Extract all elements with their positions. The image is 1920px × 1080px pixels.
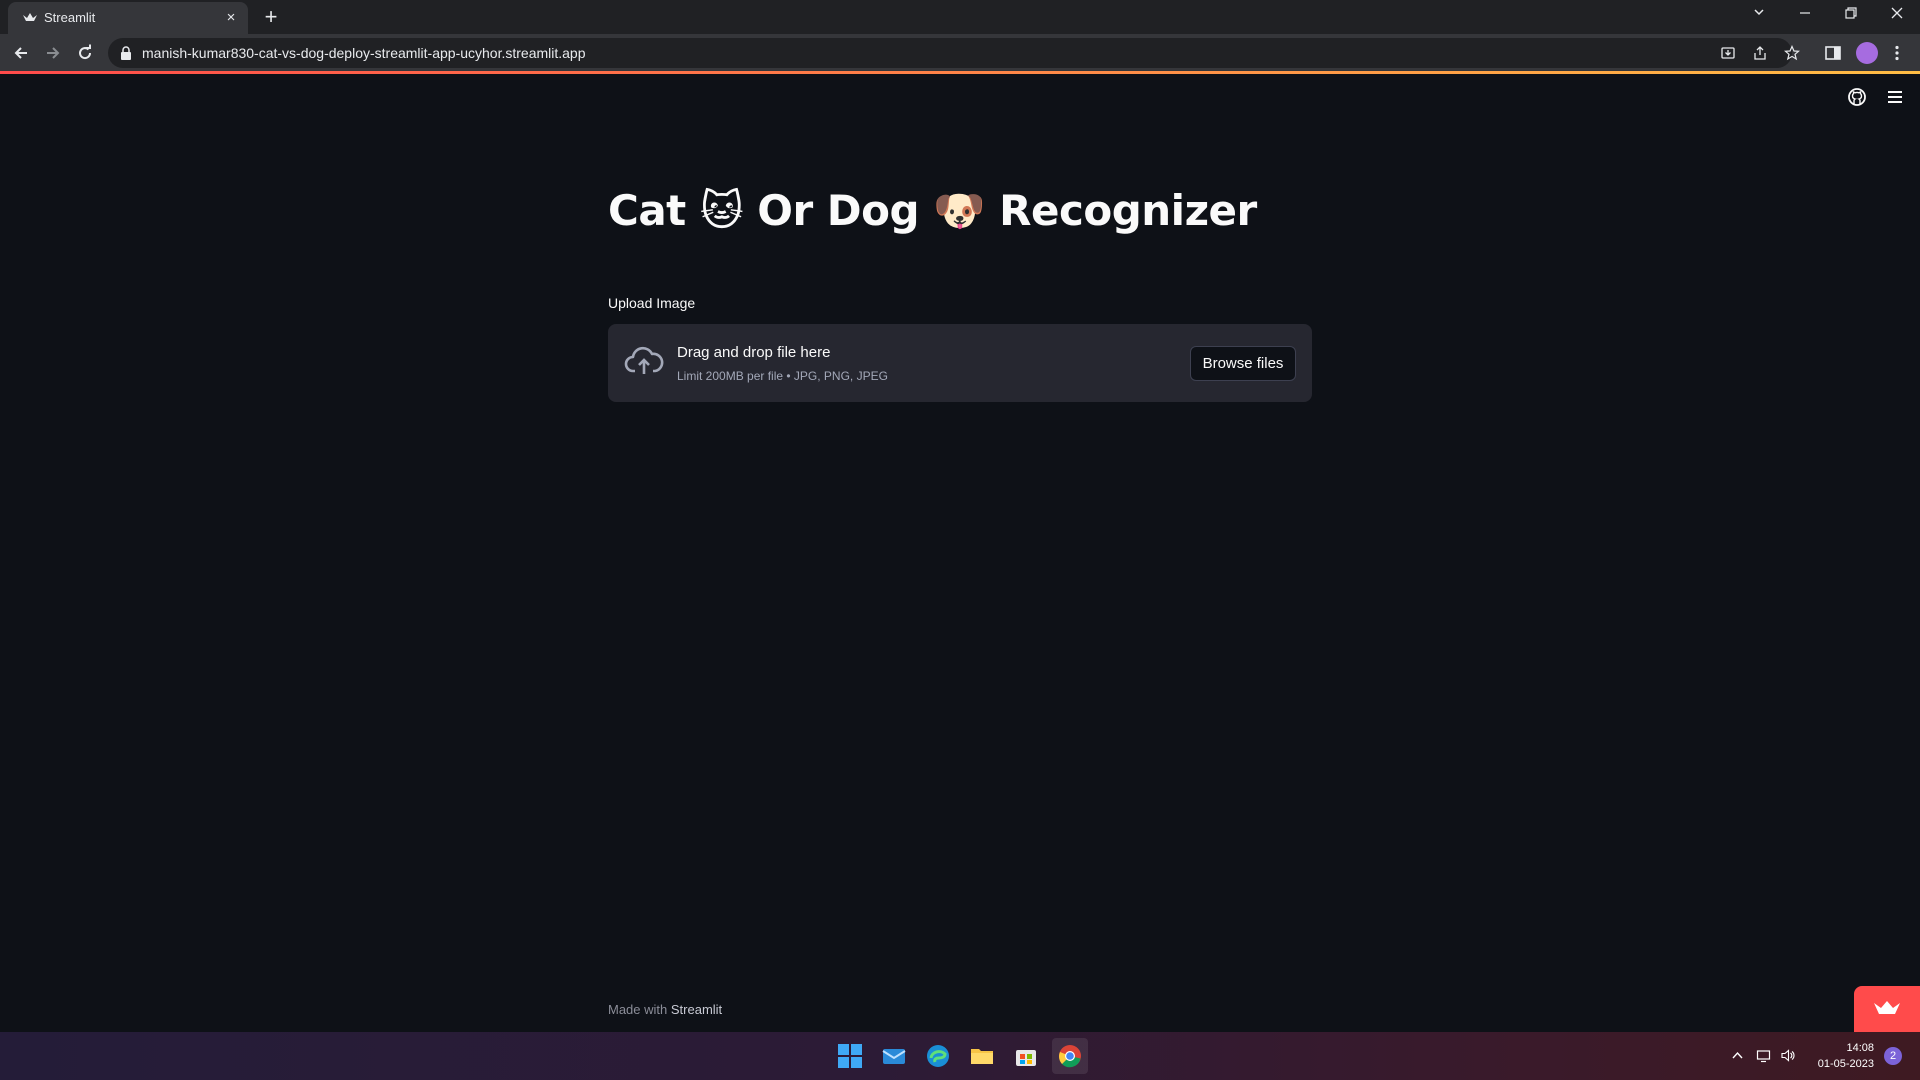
install-app-icon[interactable]	[1718, 43, 1738, 63]
show-hidden-icons-icon[interactable]	[1728, 1046, 1746, 1064]
taskbar-clock[interactable]: 14:08 01-05-2023	[1804, 1040, 1874, 1072]
upload-label: Upload Image	[608, 295, 696, 311]
chrome-menu-icon[interactable]	[1886, 42, 1908, 64]
file-dropzone[interactable]: Drag and drop file here Limit 200MB per …	[608, 324, 1312, 402]
streamlit-crown-icon	[1874, 1001, 1900, 1014]
clock-time: 14:08	[1846, 1042, 1874, 1054]
dropzone-title: Drag and drop file here	[677, 344, 831, 361]
close-window-icon[interactable]	[1874, 0, 1920, 30]
network-icon[interactable]	[1754, 1046, 1772, 1064]
new-tab-button[interactable]: +	[258, 4, 284, 30]
minimize-icon[interactable]	[1782, 0, 1828, 30]
streamlit-app: Cat 🐱 Or Dog 🐶 Recognizer Upload Image D…	[0, 74, 1920, 1032]
browser-tab[interactable]: Streamlit ×	[8, 2, 248, 34]
side-panel-icon[interactable]	[1822, 42, 1844, 64]
share-icon[interactable]	[1750, 43, 1770, 63]
url-text[interactable]: manish-kumar830-cat-vs-dog-deploy-stream…	[142, 45, 586, 61]
footer: Made with Streamlit	[608, 1002, 722, 1017]
browse-files-button[interactable]: Browse files	[1190, 346, 1296, 381]
footer-streamlit-link[interactable]: Streamlit	[671, 1002, 722, 1017]
file-explorer-icon[interactable]	[964, 1038, 1000, 1074]
reload-icon[interactable]	[72, 40, 98, 66]
bookmark-star-icon[interactable]	[1782, 43, 1802, 63]
tab-close-icon[interactable]: ×	[222, 9, 240, 27]
streamlit-favicon-icon	[23, 13, 37, 21]
profile-avatar[interactable]	[1856, 42, 1878, 64]
clock-date: 01-05-2023	[1817, 1058, 1874, 1070]
cloud-upload-icon	[624, 346, 664, 374]
mail-icon[interactable]	[876, 1038, 912, 1074]
volume-icon[interactable]	[1778, 1046, 1796, 1064]
notification-badge[interactable]: 2	[1884, 1047, 1902, 1065]
browser-tab-strip: Streamlit × +	[0, 0, 1920, 34]
address-bar[interactable]: manish-kumar830-cat-vs-dog-deploy-stream…	[108, 38, 1800, 68]
streamlit-badge[interactable]	[1854, 986, 1920, 1032]
tab-title: Streamlit	[44, 10, 96, 25]
tab-search-icon[interactable]	[1736, 0, 1782, 30]
windows-start-icon[interactable]	[832, 1038, 868, 1074]
back-icon[interactable]	[8, 40, 34, 66]
github-icon[interactable]	[1846, 86, 1868, 108]
lock-icon[interactable]	[120, 46, 132, 60]
windows-taskbar: 14:08 01-05-2023 2	[0, 1032, 1920, 1080]
dropzone-subtitle: Limit 200MB per file • JPG, PNG, JPEG	[677, 369, 888, 383]
page-title: Cat 🐱 Or Dog 🐶 Recognizer	[608, 186, 1257, 235]
footer-text: Made with	[608, 1002, 671, 1017]
hamburger-menu-icon[interactable]	[1884, 86, 1906, 108]
chrome-taskbar-icon[interactable]	[1052, 1038, 1088, 1074]
edge-browser-icon[interactable]	[920, 1038, 956, 1074]
forward-icon[interactable]	[40, 40, 66, 66]
microsoft-store-icon[interactable]	[1008, 1038, 1044, 1074]
browser-toolbar: manish-kumar830-cat-vs-dog-deploy-stream…	[0, 34, 1920, 72]
restore-icon[interactable]	[1828, 0, 1874, 30]
